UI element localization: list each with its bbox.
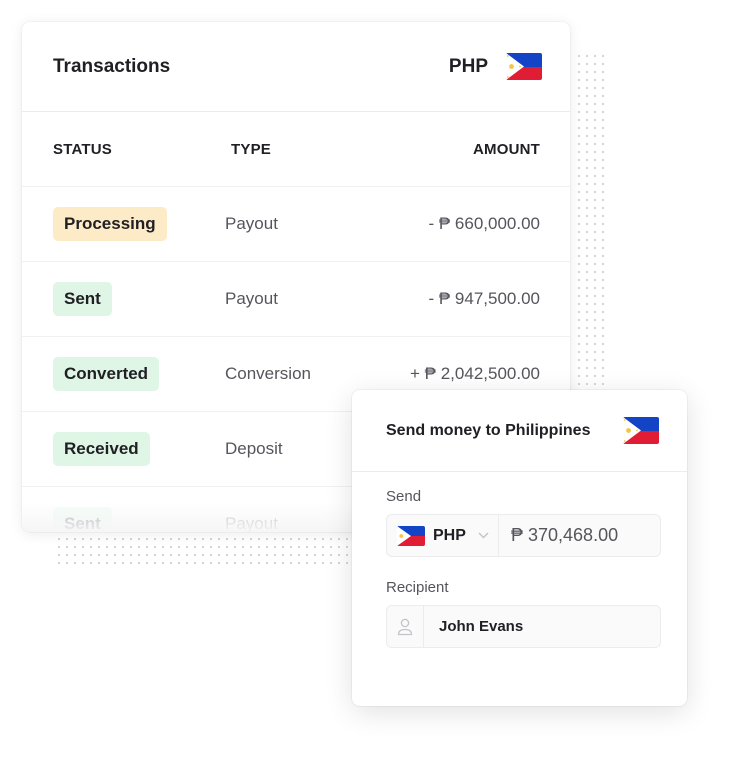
status-badge: Processing (53, 207, 167, 241)
transaction-amount: + ₱ 2,042,500.00 (410, 364, 540, 383)
transaction-amount: - ₱ 660,000.00 (428, 214, 540, 233)
recipient-input[interactable]: John Evans (424, 606, 660, 647)
transactions-header: Transactions PHP (22, 22, 570, 112)
philippines-flag-icon (506, 53, 542, 80)
transaction-type: Conversion (225, 364, 311, 383)
recipient-label: Recipient (386, 579, 449, 596)
column-header-status: STATUS (53, 140, 112, 158)
send-amount-field: PHP ₱ 370,468.00 (386, 514, 661, 557)
amount-input[interactable]: ₱ 370,468.00 (499, 515, 660, 556)
currency-select[interactable]: PHP (387, 515, 499, 556)
philippines-flag-icon (623, 417, 659, 444)
send-money-card: Send money to Philippines Send PHP ₱ 370… (352, 390, 687, 706)
table-row[interactable]: Sent Payout - ₱ 947,500.00 (22, 262, 570, 337)
transaction-type: Payout (225, 214, 278, 233)
status-badge: Converted (53, 357, 160, 391)
column-header-amount: AMOUNT (472, 140, 540, 158)
selected-currency: PHP (433, 526, 466, 544)
recipient-field[interactable]: John Evans (386, 605, 661, 648)
transactions-title: Transactions (53, 55, 171, 77)
decorative-dot-pattern (55, 535, 355, 565)
table-row[interactable]: Processing Payout - ₱ 660,000.00 (22, 187, 570, 262)
transaction-amount: - ₱ 947,500.00 (428, 289, 540, 308)
column-header-type: TYPE (231, 140, 271, 158)
send-money-title: Send money to Philippines (386, 421, 591, 439)
status-badge: Received (53, 432, 150, 466)
send-label: Send (386, 488, 422, 505)
table-header: STATUS TYPE AMOUNT (22, 112, 570, 187)
decorative-dot-pattern (575, 52, 605, 392)
philippines-flag-icon (397, 525, 425, 546)
send-money-header: Send money to Philippines (352, 390, 687, 472)
user-icon (387, 606, 424, 647)
chevron-down-icon (478, 530, 489, 542)
transaction-type: Payout (225, 289, 278, 308)
currency-indicator[interactable]: PHP (449, 53, 542, 80)
status-badge: Sent (53, 282, 112, 316)
currency-code: PHP (448, 55, 488, 77)
